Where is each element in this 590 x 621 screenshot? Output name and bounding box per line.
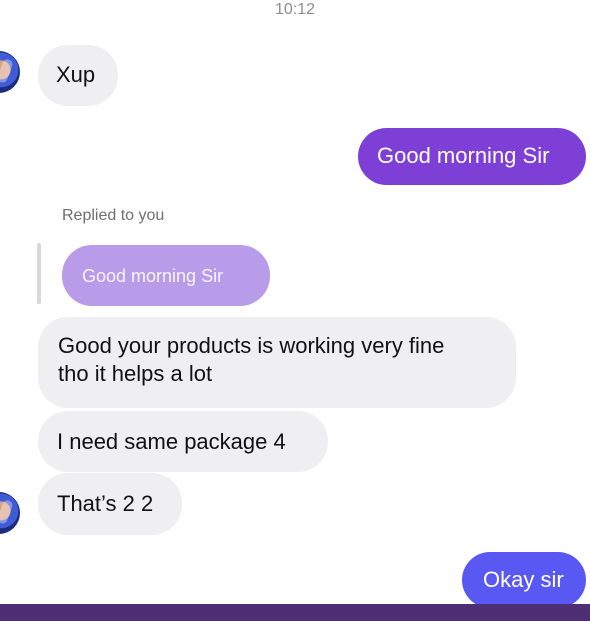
- sender-avatar[interactable]: [0, 492, 20, 534]
- message-text: I need same package 4: [57, 429, 286, 454]
- bottom-composer-bar: [0, 604, 590, 621]
- message-text-line: Good your products is working very fine: [58, 333, 445, 358]
- message-text: Good morning Sir: [377, 143, 550, 168]
- message-text: That’s 2 2: [57, 491, 154, 516]
- incoming-message-bubble[interactable]: Xup: [38, 45, 118, 106]
- incoming-message-bubble[interactable]: I need same package 4: [38, 411, 328, 472]
- reply-label: Replied to you: [62, 207, 165, 224]
- avatar-highlight: [0, 499, 14, 525]
- outgoing-message-bubble[interactable]: Okay sir: [462, 552, 586, 608]
- sender-avatar[interactable]: [0, 51, 20, 93]
- message-text-line: tho it helps a lot: [58, 361, 213, 386]
- outgoing-message-bubble[interactable]: Good morning Sir: [358, 128, 586, 185]
- avatar-highlight: [0, 58, 14, 84]
- message-text: Okay sir: [483, 567, 564, 592]
- reply-indicator-bar: [37, 243, 41, 304]
- incoming-message-bubble[interactable]: That’s 2 2: [38, 473, 182, 535]
- message-timestamp: 10:12: [274, 1, 316, 18]
- quoted-text: Good morning Sir: [82, 266, 224, 286]
- incoming-message-bubble[interactable]: Good your products is working very fine …: [38, 317, 516, 408]
- message-text: Xup: [56, 62, 96, 87]
- quoted-message-bubble[interactable]: Good morning Sir: [62, 245, 270, 306]
